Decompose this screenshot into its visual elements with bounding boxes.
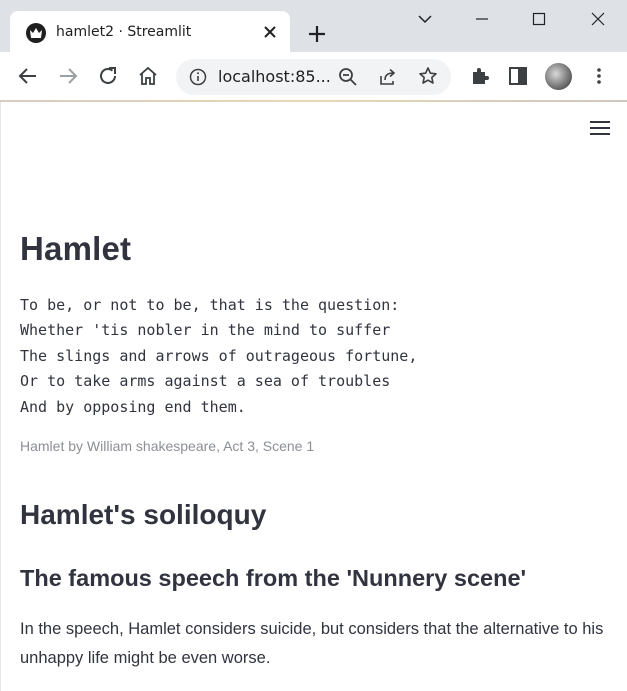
window-close-icon[interactable] <box>583 8 613 30</box>
section-header: Hamlet's soliloquy <box>20 499 267 530</box>
plus-icon[interactable] <box>303 20 331 48</box>
description-paragraph: In the speech, Hamlet considers suicide,… <box>20 620 604 667</box>
browser-toolbar: localhost:85... <box>0 52 627 100</box>
minimize-icon[interactable] <box>467 8 497 30</box>
chevron-down-icon[interactable] <box>410 8 440 30</box>
browser-titlebar: hamlet2 · Streamlit <box>0 0 627 52</box>
page-title: Hamlet <box>20 230 132 267</box>
streamlit-app: Hamlet To be, or not to be, that is the … <box>0 102 627 691</box>
home-icon[interactable] <box>136 64 160 88</box>
avatar[interactable] <box>545 63 572 90</box>
poem-caption: Hamlet by William shakespeare, Act 3, Sc… <box>20 438 315 454</box>
streamlit-crown-icon <box>26 23 46 43</box>
star-icon[interactable] <box>418 66 438 90</box>
tab-title: hamlet2 · Streamlit <box>56 24 192 40</box>
zoom-out-icon[interactable] <box>338 67 358 91</box>
poem-code-block: To be, or not to be, that is the questio… <box>20 296 418 416</box>
reload-icon[interactable] <box>96 64 120 88</box>
info-icon[interactable] <box>189 68 207 90</box>
maximize-icon[interactable] <box>524 8 554 30</box>
browser-tab[interactable]: hamlet2 · Streamlit <box>10 11 290 52</box>
back-arrow-icon[interactable] <box>16 64 40 88</box>
puzzle-icon[interactable] <box>468 64 492 88</box>
forward-arrow-icon[interactable] <box>56 64 80 88</box>
hamburger-menu-icon[interactable] <box>590 121 610 135</box>
share-icon[interactable] <box>378 67 398 91</box>
side-panel-icon[interactable] <box>506 64 530 88</box>
section-subheader: The famous speech from the 'Nunnery scen… <box>20 565 527 591</box>
close-icon[interactable] <box>260 22 280 42</box>
address-bar[interactable]: localhost:85... <box>176 59 451 95</box>
url-text[interactable]: localhost:85... <box>218 67 331 86</box>
kebab-menu-icon[interactable] <box>587 64 611 88</box>
